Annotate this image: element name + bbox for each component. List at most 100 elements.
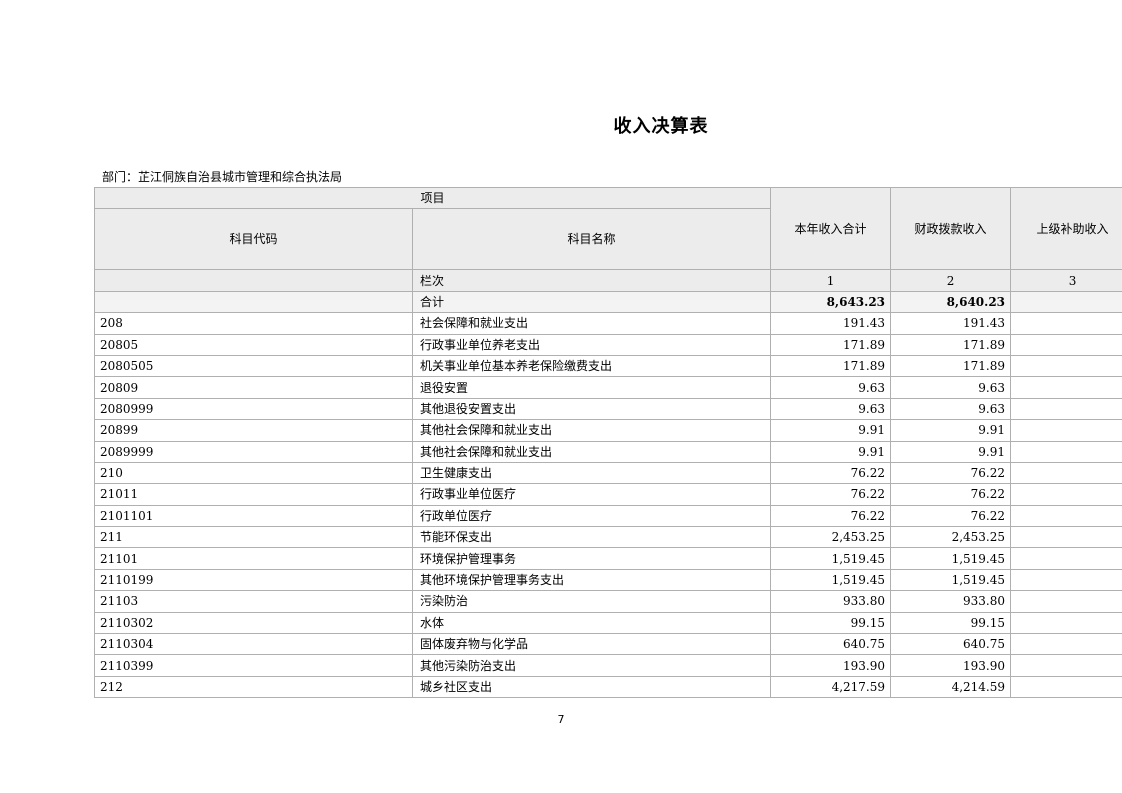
row-col1: 9.91	[770, 440, 892, 463]
row-col3	[1010, 547, 1122, 570]
table-row: 212 城乡社区支出 4,217.59 4,214.59	[94, 675, 1122, 699]
table-row: 2110302 水体 99.15 99.15	[94, 611, 1122, 635]
total-code	[94, 290, 413, 314]
row-col2: 99.15	[890, 611, 1012, 635]
total-row: 合计 8,643.23 8,640.23	[94, 290, 1122, 314]
row-code: 208	[94, 312, 413, 335]
index-empty	[94, 269, 413, 292]
row-name: 行政事业单位医疗	[411, 483, 772, 506]
row-col1: 1,519.45	[770, 547, 892, 570]
page-number: 7	[557, 713, 565, 726]
row-col3	[1010, 440, 1122, 463]
row-code: 20809	[94, 376, 413, 399]
row-col1: 933.80	[770, 590, 892, 613]
table-row: 2110199 其他环境保护管理事务支出 1,519.45 1,519.45	[94, 568, 1122, 592]
row-col3	[1010, 376, 1122, 399]
total-col2: 8,640.23	[890, 290, 1012, 314]
row-col1: 76.22	[770, 483, 892, 506]
table-row: 20899 其他社会保障和就业支出 9.91 9.91	[94, 419, 1122, 442]
department-label: 部门：芷江侗族自治县城市管理和综合执法局	[102, 170, 343, 184]
row-col2: 640.75	[890, 633, 1012, 656]
row-col1: 99.15	[770, 611, 892, 635]
row-name: 行政单位医疗	[411, 504, 772, 528]
row-col2: 9.91	[890, 419, 1012, 442]
row-col3	[1010, 675, 1122, 699]
row-col2: 193.90	[890, 654, 1012, 677]
row-name: 其他污染防治支出	[411, 654, 772, 677]
row-col2: 191.43	[890, 312, 1012, 335]
row-code: 21103	[94, 590, 413, 613]
table-row: 210 卫生健康支出 76.22 76.22	[94, 461, 1122, 485]
row-col2: 171.89	[890, 333, 1012, 356]
row-name: 节能环保支出	[411, 526, 772, 549]
row-col1: 640.75	[770, 633, 892, 656]
row-col1: 2,453.25	[770, 526, 892, 549]
total-col1: 8,643.23	[770, 290, 892, 314]
row-col2: 9.63	[890, 397, 1012, 421]
row-name: 其他退役安置支出	[411, 397, 772, 421]
header-col3: 上级补助收入	[1010, 186, 1122, 271]
row-name: 卫生健康支出	[411, 461, 772, 485]
row-code: 210	[94, 461, 413, 485]
index-3: 3	[1010, 269, 1122, 292]
table-row: 2089999 其他社会保障和就业支出 9.91 9.91	[94, 440, 1122, 463]
header-col1: 本年收入合计	[770, 186, 892, 271]
row-col2: 1,519.45	[890, 547, 1012, 570]
row-name: 环境保护管理事务	[411, 547, 772, 570]
row-col1: 76.22	[770, 461, 892, 485]
row-code: 211	[94, 526, 413, 549]
row-col3	[1010, 654, 1122, 677]
row-col2: 171.89	[890, 354, 1012, 378]
row-col2: 76.22	[890, 461, 1012, 485]
row-col3	[1010, 354, 1122, 378]
row-col3	[1010, 568, 1122, 592]
row-name: 其他社会保障和就业支出	[411, 440, 772, 463]
income-table: 项目 本年收入合计 财政拨款收入 上级补助收入 科目代码 科目名称 栏次 1 2…	[93, 186, 1122, 699]
row-col1: 191.43	[770, 312, 892, 335]
row-col2: 4,214.59	[890, 675, 1012, 699]
row-col2: 2,453.25	[890, 526, 1012, 549]
row-col3	[1010, 483, 1122, 506]
row-col1: 9.63	[770, 376, 892, 399]
row-col3	[1010, 333, 1122, 356]
table-row: 211 节能环保支出 2,453.25 2,453.25	[94, 526, 1122, 549]
row-code: 212	[94, 675, 413, 699]
row-name: 其他社会保障和就业支出	[411, 419, 772, 442]
row-name: 固体废弃物与化学品	[411, 633, 772, 656]
table-row: 208 社会保障和就业支出 191.43 191.43	[94, 312, 1122, 335]
row-code: 21011	[94, 483, 413, 506]
row-name: 污染防治	[411, 590, 772, 613]
table-row: 21103 污染防治 933.80 933.80	[94, 590, 1122, 613]
row-name: 水体	[411, 611, 772, 635]
table-row: 20805 行政事业单位养老支出 171.89 171.89	[94, 333, 1122, 356]
row-col3	[1010, 504, 1122, 528]
row-col2: 1,519.45	[890, 568, 1012, 592]
table-row: 2110304 固体废弃物与化学品 640.75 640.75	[94, 633, 1122, 656]
index-1: 1	[770, 269, 892, 292]
row-col3	[1010, 590, 1122, 613]
total-label: 合计	[411, 290, 772, 314]
header-code: 科目代码	[94, 208, 413, 271]
row-col3	[1010, 526, 1122, 549]
row-col1: 9.63	[770, 397, 892, 421]
table-row: 2110399 其他污染防治支出 193.90 193.90	[94, 654, 1122, 677]
row-name: 社会保障和就业支出	[411, 312, 772, 335]
row-code: 2101101	[94, 504, 413, 528]
table-row: 2080505 机关事业单位基本养老保险缴费支出 171.89 171.89	[94, 354, 1122, 378]
row-code: 2080505	[94, 354, 413, 378]
row-code: 2110302	[94, 611, 413, 635]
row-code: 2110304	[94, 633, 413, 656]
row-col1: 9.91	[770, 419, 892, 442]
header-col2: 财政拨款收入	[890, 186, 1012, 271]
row-col2: 76.22	[890, 483, 1012, 506]
row-name: 机关事业单位基本养老保险缴费支出	[411, 354, 772, 378]
table-row: 2080999 其他退役安置支出 9.63 9.63	[94, 397, 1122, 421]
row-col1: 193.90	[770, 654, 892, 677]
index-label: 栏次	[411, 269, 772, 292]
row-name: 行政事业单位养老支出	[411, 333, 772, 356]
row-col2: 9.91	[890, 440, 1012, 463]
row-name: 城乡社区支出	[411, 675, 772, 699]
table-row: 2101101 行政单位医疗 76.22 76.22	[94, 504, 1122, 528]
row-code: 2089999	[94, 440, 413, 463]
row-col1: 171.89	[770, 354, 892, 378]
